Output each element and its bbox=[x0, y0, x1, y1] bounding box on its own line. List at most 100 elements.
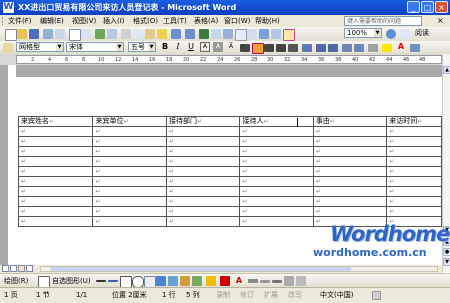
table-cell[interactable]: ↵ bbox=[92, 206, 167, 217]
status-ovr[interactable]: 改写 bbox=[288, 291, 302, 300]
table-cell[interactable]: ↵ bbox=[92, 156, 167, 167]
document-map-icon[interactable] bbox=[271, 29, 281, 39]
minimize-icon[interactable]: _ bbox=[407, 1, 420, 13]
line-style-icon[interactable] bbox=[248, 279, 258, 283]
scroll-thumb[interactable] bbox=[51, 267, 351, 271]
picture-icon[interactable] bbox=[192, 276, 202, 286]
menu-help[interactable]: 帮助(H) bbox=[255, 16, 280, 26]
print-icon[interactable] bbox=[69, 29, 81, 41]
character-shading-button[interactable]: A bbox=[213, 42, 223, 52]
table-cell[interactable]: ↵ bbox=[386, 136, 442, 147]
table-header-cell[interactable]: 接待人↵ bbox=[239, 116, 314, 127]
menu-insert[interactable]: 插入(I) bbox=[103, 16, 125, 26]
character-scale-icon[interactable]: A̅ bbox=[226, 42, 236, 52]
maximize-icon[interactable]: □ bbox=[421, 1, 434, 13]
italic-button[interactable]: I bbox=[173, 42, 183, 52]
spelling-status-icon[interactable] bbox=[372, 291, 381, 300]
arrow-style-icon[interactable] bbox=[272, 280, 282, 283]
font-select[interactable]: 宋体 ▼ bbox=[66, 42, 124, 52]
status-trk[interactable]: 修订 bbox=[240, 291, 254, 300]
line-color-icon[interactable] bbox=[220, 276, 230, 286]
underline-button[interactable]: U bbox=[186, 42, 196, 52]
chevron-down-icon[interactable]: ▼ bbox=[374, 29, 381, 37]
menu-file[interactable]: 文件(F) bbox=[8, 16, 32, 26]
chevron-down-icon[interactable]: ▼ bbox=[148, 43, 155, 51]
table-cell[interactable]: ↵ bbox=[312, 136, 388, 147]
table-cell[interactable]: ↵ bbox=[312, 206, 388, 217]
numbering-icon[interactable] bbox=[316, 44, 326, 52]
insert-excel-icon[interactable] bbox=[235, 29, 247, 41]
align-center-icon[interactable] bbox=[264, 44, 274, 52]
open-folder-icon[interactable] bbox=[17, 29, 27, 39]
table-cell[interactable]: ↵ bbox=[165, 146, 241, 157]
table-cell[interactable]: ↵ bbox=[165, 136, 241, 147]
table-cell[interactable]: ↵ bbox=[386, 196, 442, 207]
clip-art-icon[interactable] bbox=[180, 276, 190, 286]
line-icon[interactable] bbox=[96, 280, 106, 282]
table-header-cell[interactable]: 事由↵ bbox=[312, 116, 388, 127]
table-cell[interactable]: ↵ bbox=[239, 126, 314, 137]
menu-table[interactable]: 表格(A) bbox=[194, 16, 218, 26]
table-cell[interactable]: ↵ bbox=[239, 196, 314, 207]
copy-icon[interactable] bbox=[133, 29, 143, 39]
show-hide-icon[interactable] bbox=[283, 29, 295, 41]
table-cell[interactable]: ↵ bbox=[386, 146, 442, 157]
paste-icon[interactable] bbox=[145, 29, 155, 39]
table-cell[interactable]: ↵ bbox=[312, 166, 388, 177]
table-cell[interactable]: ↵ bbox=[17, 176, 94, 187]
table-cell[interactable]: ↵ bbox=[386, 166, 442, 177]
redo-icon[interactable] bbox=[185, 29, 195, 39]
toolbar-grip-icon[interactable] bbox=[2, 17, 6, 25]
shadow-style-icon[interactable] bbox=[284, 276, 294, 286]
bullets-icon[interactable] bbox=[328, 44, 338, 52]
table-cell[interactable]: ↵ bbox=[386, 126, 442, 137]
read-button[interactable]: 阅读 bbox=[412, 28, 432, 38]
horizontal-scrollbar[interactable] bbox=[40, 266, 438, 272]
table-header-cell[interactable]: 来宾姓名↵ bbox=[17, 116, 94, 127]
table-cell[interactable]: ↵ bbox=[386, 186, 442, 197]
visitor-table[interactable]: 来宾姓名↵ 来宾单位↵ 接待部门↵ 接待人↵ 事由↵ 来访时间↵ ↵ ↵ ↵ ↵ ↵ ↵ ↵… bbox=[17, 116, 442, 227]
print-layout-icon[interactable] bbox=[18, 265, 25, 272]
columns-icon[interactable] bbox=[247, 29, 257, 39]
table-cell[interactable]: ↵ bbox=[92, 146, 167, 157]
table-cell[interactable]: ↵ bbox=[17, 196, 94, 207]
table-cell[interactable]: ↵ bbox=[239, 216, 314, 227]
close-icon[interactable]: × bbox=[435, 1, 448, 13]
align-left-icon[interactable] bbox=[240, 44, 250, 52]
table-cell[interactable]: ↵ bbox=[165, 196, 241, 207]
format-painter-icon[interactable] bbox=[157, 29, 167, 39]
menu-window[interactable]: 窗口(W) bbox=[224, 16, 250, 26]
web-layout-icon[interactable] bbox=[10, 265, 17, 272]
chevron-down-icon[interactable]: ▼ bbox=[56, 43, 63, 51]
table-cell[interactable]: ↵ bbox=[17, 156, 94, 167]
table-cell[interactable]: ↵ bbox=[312, 146, 388, 157]
table-cell[interactable]: ↵ bbox=[17, 146, 94, 157]
spelling-icon[interactable] bbox=[95, 29, 105, 39]
character-border-button[interactable]: A bbox=[200, 42, 210, 52]
table-cell[interactable]: ↵ bbox=[165, 206, 241, 217]
new-document-icon[interactable] bbox=[5, 29, 17, 41]
table-cell[interactable]: ↵ bbox=[386, 206, 442, 217]
table-cell[interactable]: ↵ bbox=[312, 196, 388, 207]
arrow-icon[interactable] bbox=[108, 280, 118, 282]
help-search-input[interactable]: 键入需要帮助的问题 bbox=[344, 16, 422, 26]
draw-menu[interactable]: 绘图(R) bbox=[4, 276, 28, 286]
print-preview-icon[interactable] bbox=[81, 29, 91, 39]
zoom-select[interactable]: 100% ▼ bbox=[344, 28, 382, 38]
next-page-icon[interactable]: ▼ bbox=[443, 258, 450, 266]
table-cell[interactable]: ↵ bbox=[312, 176, 388, 187]
table-cell[interactable]: ↵ bbox=[165, 156, 241, 167]
autoshapes-menu[interactable]: 自选图形(U) bbox=[52, 276, 91, 286]
table-cell[interactable]: ↵ bbox=[239, 206, 314, 217]
table-cell[interactable]: ↵ bbox=[239, 186, 314, 197]
table-cell[interactable]: ↵ bbox=[165, 216, 241, 227]
browse-object-icon[interactable]: ● bbox=[443, 248, 450, 256]
table-cell[interactable]: ↵ bbox=[92, 166, 167, 177]
document-close-icon[interactable]: × bbox=[437, 16, 444, 26]
table-cell[interactable]: ↵ bbox=[17, 186, 94, 197]
menu-tools[interactable]: 工具(T) bbox=[163, 16, 187, 26]
table-cell[interactable]: ↵ bbox=[386, 176, 442, 187]
table-cell[interactable]: ↵ bbox=[17, 166, 94, 177]
table-cell[interactable]: ↵ bbox=[17, 216, 94, 227]
undo-icon[interactable] bbox=[171, 29, 181, 39]
